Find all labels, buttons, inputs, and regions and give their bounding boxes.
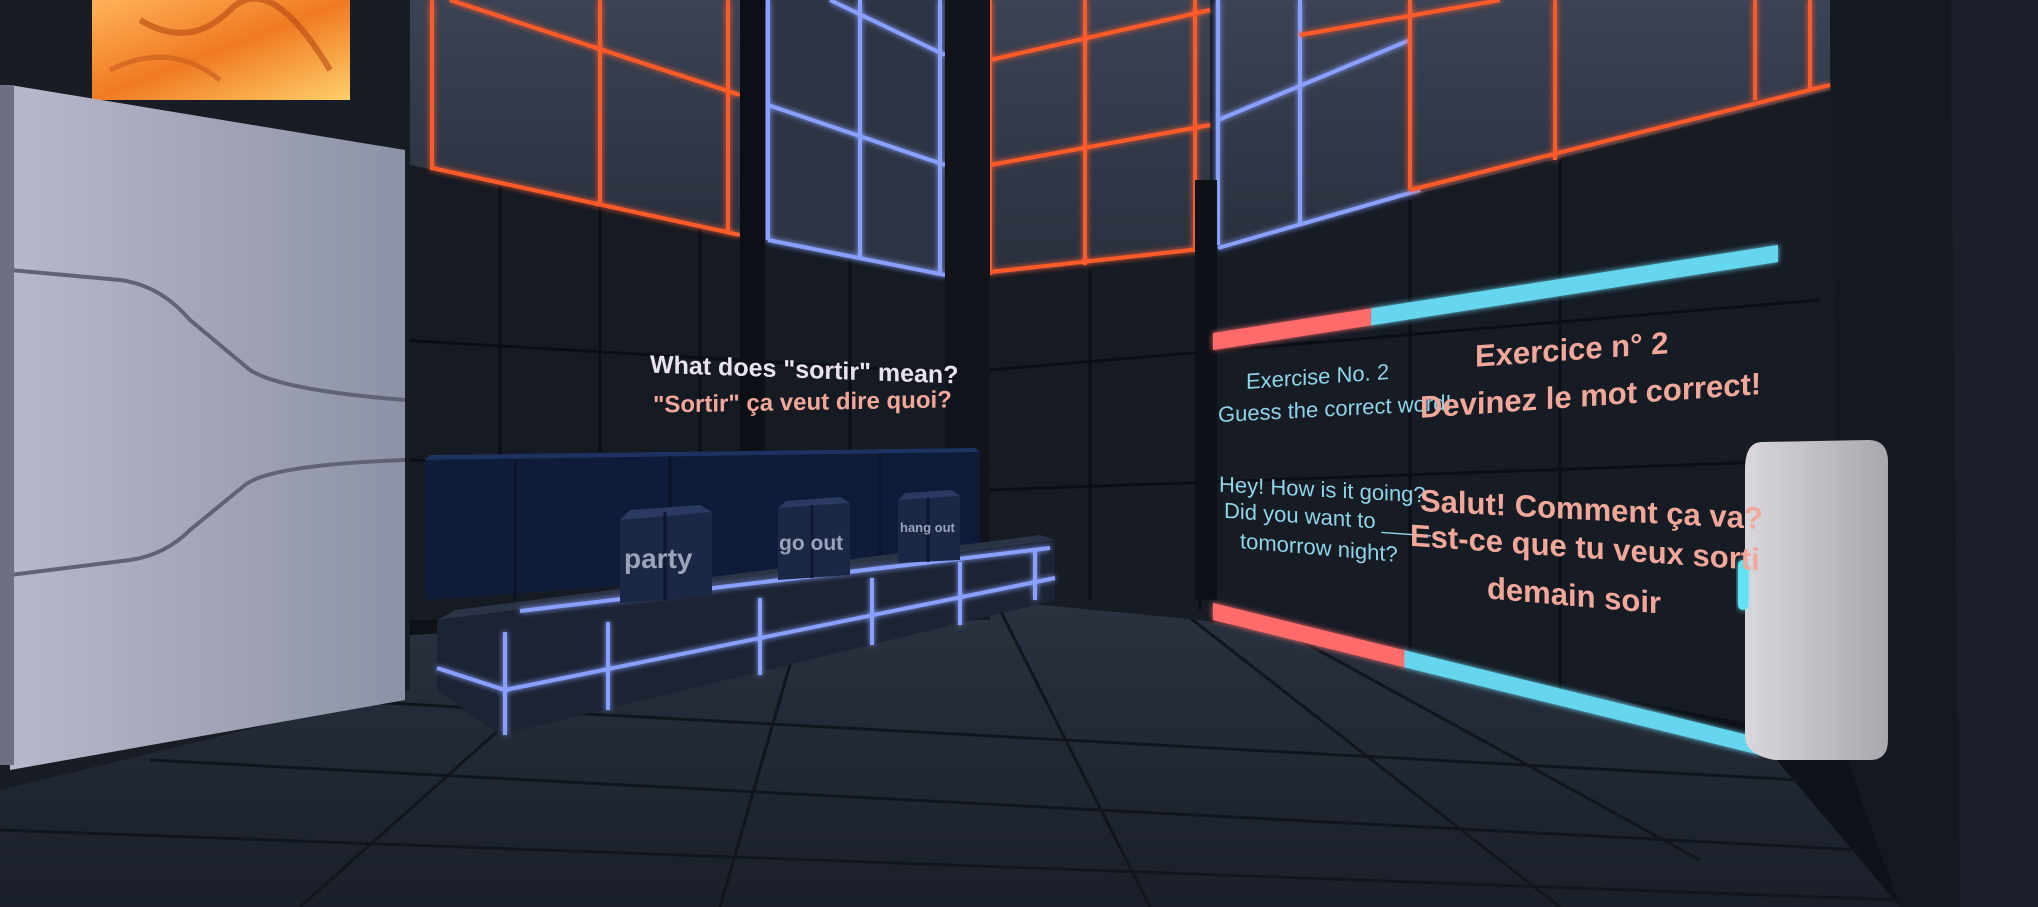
neon-window-blue — [765, 0, 946, 277]
pillar — [1195, 180, 1217, 600]
lava-panel — [92, 0, 350, 100]
question-french: "Sortir" ça veut dire quoi? — [653, 386, 952, 419]
answer-cube-label-hang-out[interactable]: hang out — [900, 520, 955, 536]
answer-cube-label-go-out[interactable]: go out — [779, 532, 843, 556]
game-scene — [0, 0, 2038, 907]
answer-cube-label-party[interactable]: party — [624, 543, 692, 575]
exit-door[interactable] — [0, 85, 406, 770]
neon-window-center — [988, 0, 1211, 275]
wall-button[interactable] — [1738, 440, 1888, 760]
